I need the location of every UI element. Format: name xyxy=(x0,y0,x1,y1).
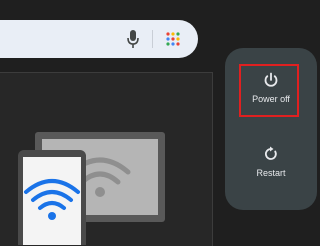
restart-icon xyxy=(265,146,277,160)
mic-icon[interactable] xyxy=(126,29,140,49)
restart-label: Restart xyxy=(256,168,286,178)
search-bar[interactable] xyxy=(0,20,198,58)
apps-grid-icon[interactable] xyxy=(165,31,181,47)
power-off-highlight-box xyxy=(239,64,299,117)
phone-illustration xyxy=(18,150,86,245)
wifi-devices-illustration xyxy=(18,132,165,245)
restart-button[interactable]: Restart xyxy=(225,146,317,179)
search-divider xyxy=(152,30,153,48)
